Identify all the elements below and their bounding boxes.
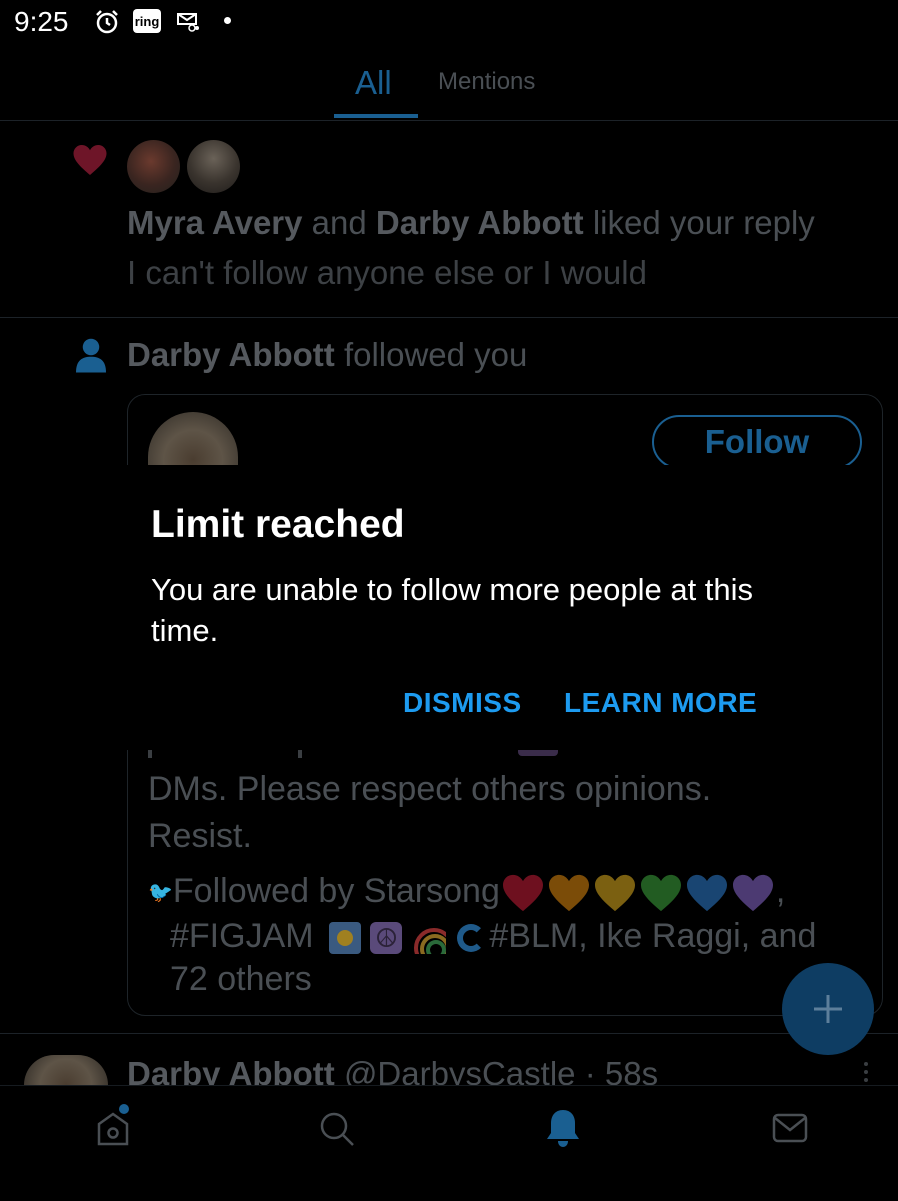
- search-icon[interactable]: [318, 1110, 356, 1148]
- status-time: 9:25: [14, 6, 69, 37]
- ring-app-label: ring: [134, 13, 160, 29]
- dialog-title: Limit reached: [151, 503, 405, 546]
- tab-all-indicator: [334, 114, 418, 118]
- bottom-nav: [0, 1085, 898, 1201]
- tweet-avatar[interactable]: [24, 1055, 108, 1085]
- more-options-icon[interactable]: [864, 1062, 870, 1086]
- followed-by-line-1[interactable]: 🐦Followed by Starsong,: [148, 867, 785, 917]
- heart-emoji-icon: [686, 874, 727, 912]
- peace-emoji-icon: ☮: [370, 922, 403, 955]
- alarm-icon: [96, 10, 118, 34]
- dismiss-button[interactable]: DISMISS: [403, 687, 522, 719]
- followed-by-rest: #BLM, Ike Raggi, and: [489, 917, 817, 955]
- wave-emoji-icon: [455, 922, 489, 954]
- tab-all[interactable]: All: [355, 64, 392, 102]
- followed-by-line-2[interactable]: #FIGJAM ☮ #BLM, Ike Raggi, and: [170, 912, 816, 960]
- sun-emoji-icon: [329, 922, 362, 955]
- tab-mentions[interactable]: Mentions: [438, 68, 535, 96]
- heart-emoji-icon: [548, 874, 589, 912]
- ring-app-icon: ring: [133, 9, 161, 33]
- tweet-header[interactable]: Darby Abbott @DarbysCastle · 58s: [127, 1055, 658, 1085]
- liked-reply-snippet[interactable]: I can't follow anyone else or I would: [127, 254, 647, 292]
- heart-emoji-icon: [732, 874, 773, 912]
- divider: [0, 317, 898, 318]
- comma: ,: [775, 872, 786, 910]
- compose-button[interactable]: [782, 963, 874, 1055]
- heart-icon: [73, 145, 107, 175]
- tweet-separator: ·: [584, 1055, 596, 1085]
- heart-emoji-row: [500, 867, 776, 915]
- bird-icon: 🐦: [148, 882, 173, 905]
- liker-conjunction: and: [311, 204, 367, 241]
- avatar-darby-abbott[interactable]: [187, 140, 240, 193]
- bio-line-1: DMs. Please respect others opinions.: [148, 770, 712, 808]
- bio-cutoff-marks: [148, 750, 568, 760]
- follow-action: followed you: [343, 336, 528, 373]
- followed-by-line-3[interactable]: 72 others: [170, 955, 312, 1003]
- avatar-myra-avery[interactable]: [127, 140, 180, 193]
- dialog-message: You are unable to follow more people at …: [151, 572, 754, 648]
- plus-icon: [814, 995, 842, 1023]
- bell-icon[interactable]: [545, 1108, 581, 1148]
- tweet-author-handle[interactable]: @DarbysCastle: [344, 1055, 576, 1085]
- bio-line-2: Resist.: [148, 817, 252, 855]
- follower-name[interactable]: Darby Abbott: [127, 336, 335, 373]
- figjam-tag: #FIGJAM: [170, 917, 314, 955]
- mail-icon[interactable]: [772, 1112, 808, 1144]
- liker-2[interactable]: Darby Abbott: [376, 204, 584, 241]
- like-action: liked your reply: [592, 204, 815, 241]
- follow-notification-text[interactable]: Darby Abbott followed you: [127, 336, 527, 374]
- home-notification-dot: [119, 1104, 129, 1114]
- follow-button[interactable]: Follow: [652, 415, 862, 469]
- divider: [0, 1033, 898, 1034]
- rover-icon: [177, 13, 199, 32]
- tweet-author-name[interactable]: Darby Abbott: [127, 1055, 335, 1085]
- rainbow-emoji-icon: [412, 922, 446, 955]
- person-icon: [76, 338, 106, 373]
- liker-1[interactable]: Myra Avery: [127, 204, 303, 241]
- followed-by-prefix: Followed by Starsong: [172, 872, 500, 910]
- like-notification-text[interactable]: Myra Avery and Darby Abbott liked your r…: [127, 204, 815, 242]
- status-bar: 9:25 ring: [0, 0, 898, 48]
- heart-emoji-icon: [640, 874, 681, 912]
- heart-emoji-icon: [502, 874, 543, 912]
- dot-indicator: [224, 17, 231, 24]
- heart-emoji-icon: [594, 874, 635, 912]
- home-icon[interactable]: [93, 1108, 133, 1148]
- limit-reached-dialog: Limit reached You are unable to follow m…: [127, 465, 881, 750]
- learn-more-button[interactable]: LEARN MORE: [564, 687, 757, 719]
- tweet-time: 58s: [604, 1055, 659, 1085]
- tab-bar: All Mentions: [0, 48, 898, 121]
